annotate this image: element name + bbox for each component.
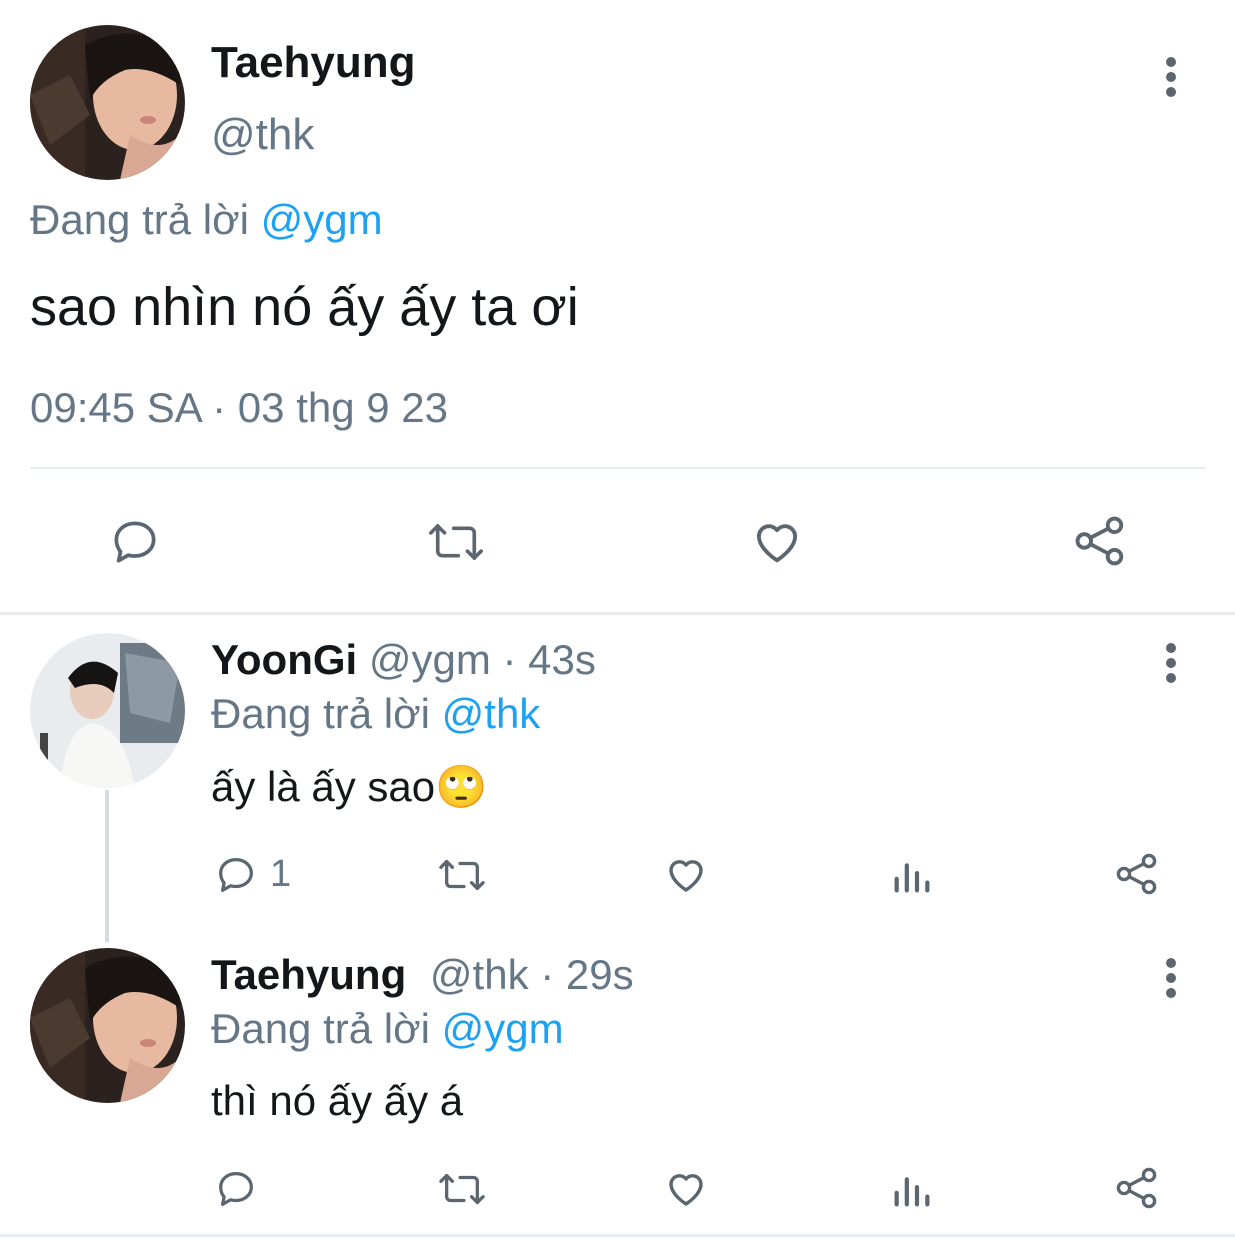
author-handle[interactable]: @thk [430,951,529,998]
avatar-taehyung[interactable] [30,25,185,180]
author-name[interactable]: Taehyung [211,38,416,88]
reply-icon[interactable] [213,1166,259,1212]
more-options-icon[interactable] [1161,643,1181,688]
reply-context: Đang trả lời @ygm [30,196,383,244]
more-options-icon[interactable] [1161,57,1181,102]
reply-header: Taehyung @thk · 29s [211,951,634,999]
like-icon[interactable] [662,850,710,898]
analytics-icon[interactable] [889,852,935,898]
reply-header: YoonGi @ygm · 43s [211,636,596,684]
reply-to-link[interactable]: @thk [442,690,541,737]
reply-to-link[interactable]: @ygm [261,196,383,243]
avatar-yoongi[interactable] [30,633,185,788]
author-handle[interactable]: @thk [211,110,314,160]
author-name[interactable]: YoonGi [211,636,357,683]
reply-prefix: Đang trả lời [211,1005,430,1052]
author-handle[interactable]: @ygm [369,636,491,683]
reply-context: Đang trả lời @thk [211,690,540,738]
retweet-icon[interactable] [424,514,488,570]
reply-prefix: Đang trả lời [211,690,430,737]
like-icon[interactable] [748,512,806,570]
avatar-taehyung[interactable] [30,948,185,1103]
reply-icon[interactable] [107,514,163,570]
face-with-rolling-eyes-emoji: 🙄 [435,762,488,811]
reply-icon[interactable] [213,852,259,898]
reply-to-link[interactable]: @ygm [442,1005,564,1052]
retweet-icon[interactable] [435,1166,489,1212]
tweet-timestamp: 09:45 SA · 03 thg 9 23 [30,384,448,431]
more-options-icon[interactable] [1161,958,1181,1003]
reply-prefix: Đang trả lời [30,196,249,243]
reply-time[interactable]: · 43s [503,636,596,683]
reply-context: Đang trả lời @ygm [211,1005,564,1053]
section-divider [0,612,1235,615]
retweet-icon[interactable] [435,852,489,898]
divider [30,467,1205,469]
like-icon[interactable] [662,1164,710,1212]
bottom-divider [0,1234,1235,1237]
share-icon[interactable] [1113,1164,1161,1212]
tweet-text: sao nhìn nó ấy ấy ta ơi [30,277,579,337]
reply-text-row: ấy là ấy sao🙄 [211,762,487,812]
reply-count: 1 [270,853,292,895]
reply-text: thì nó ấy ấy á [211,1077,464,1124]
reply-time[interactable]: · 29s [540,951,633,998]
thread-line [105,790,109,942]
analytics-icon[interactable] [889,1166,935,1212]
share-icon[interactable] [1071,512,1129,570]
share-icon[interactable] [1113,850,1161,898]
reply-text: ấy là ấy sao [211,763,436,810]
author-name[interactable]: Taehyung [211,951,406,998]
